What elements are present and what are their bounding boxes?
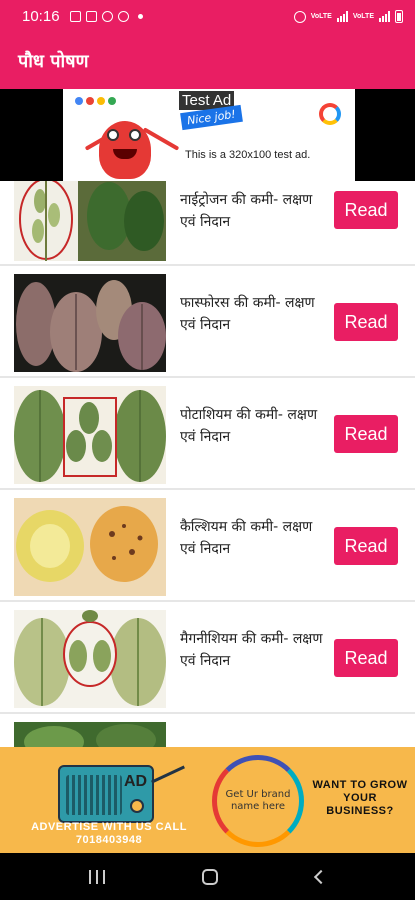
signal-2-icon [379, 11, 390, 22]
next-item-image [14, 722, 166, 747]
phosphorus-deficiency-leaf-image [14, 274, 166, 372]
volte-label-2: VoLTE [353, 13, 374, 20]
ad-logo-icon[interactable] [319, 103, 341, 125]
list-item-title: कैल्शियम की कमी- लक्षण एवं निदान [180, 519, 313, 557]
read-button[interactable]: Read [334, 191, 398, 229]
monster-eye-right [129, 129, 141, 141]
youtube-notification-icon [85, 11, 97, 22]
recents-icon[interactable] [88, 869, 105, 884]
radio-knob [130, 799, 144, 813]
calcium-deficiency-apple-image [14, 498, 166, 596]
list-item-title: नाईट्रोजन की कमी- लक्षण एवं निदान [180, 192, 313, 230]
notification-icons [69, 11, 143, 22]
read-button[interactable]: Read [334, 303, 398, 341]
list-item[interactable]: मैगनीशियम की कमी- लक्षण एवं निदान Read [0, 602, 415, 714]
network-label-1: VoLTE [310, 13, 332, 20]
top-ad-container: Test Ad Nice job! This is a 320x100 test… [0, 89, 415, 181]
list-item-title: पोटाशियम की कमी- लक्षण एवं निदान [180, 407, 318, 445]
signal-1-icon [336, 11, 348, 22]
battery-icon [395, 10, 403, 23]
list-item[interactable]: कैल्शियम की कमी- लक्षण एवं निदान Read [0, 490, 415, 602]
advertise-text: ADVERTISE WITH US CALL 7018403948 [31, 821, 187, 846]
image-notification-icon [69, 11, 81, 22]
ad-caption: This is a 320x100 test ad. [185, 149, 311, 161]
back-icon[interactable] [314, 869, 329, 884]
list-item-partial[interactable] [0, 714, 415, 747]
network-label-2: VoLTE [352, 13, 374, 20]
app-title: पौध पोषण [18, 51, 89, 72]
read-button[interactable]: Read [334, 527, 398, 565]
list-item-title: मैगनीशियम की कमी- लक्षण एवं निदान [180, 631, 323, 669]
top-test-ad[interactable]: Test Ad Nice job! This is a 320x100 test… [63, 89, 355, 181]
status-bar: 10:16 VoLTE VoLTE [0, 0, 415, 33]
list-item-title: फास्फोरस की कमी- लक्षण एवं निदान [180, 295, 315, 333]
list-item[interactable]: पोटाशियम की कमी- लक्षण एवं निदान Read [0, 378, 415, 490]
more-notifications-icon [137, 14, 143, 19]
potassium-deficiency-leaf-image [14, 386, 166, 484]
read-button[interactable]: Read [334, 415, 398, 453]
read-button[interactable]: Read [334, 639, 398, 677]
radio-icon: AD [58, 765, 185, 823]
list-item[interactable]: नाईट्रोजन की कमी- लक्षण एवं निदान Read [0, 181, 415, 266]
monster-mascot-icon [99, 121, 151, 179]
brand-text: Get Ur brand name here [225, 789, 291, 812]
deficiency-list[interactable]: नाईट्रोजन की कमी- लक्षण एवं निदान Read फ… [0, 181, 415, 747]
magnesium-deficiency-leaf-image [14, 610, 166, 708]
radio-ad-label: AD [124, 773, 148, 790]
home-icon[interactable] [202, 868, 219, 885]
bottom-ad-banner[interactable]: AD ADVERTISE WITH US CALL 7018403948 Get… [0, 747, 415, 853]
app-bar: पौध पोषण [0, 33, 415, 89]
system-status-icons: VoLTE VoLTE [293, 10, 403, 23]
radio-antenna [151, 765, 185, 784]
whatsapp-notification-icon [117, 11, 129, 22]
monster-mouth [113, 149, 137, 159]
google-dots-icon [75, 97, 116, 105]
nitrogen-deficiency-leaf-image [14, 181, 166, 261]
status-time: 10:16 [22, 8, 60, 25]
radio-grill [66, 775, 122, 815]
system-nav-bar [0, 853, 415, 900]
list-item[interactable]: फास्फोरस की कमी- लक्षण एवं निदान Read [0, 266, 415, 378]
monster-eye-left [107, 129, 119, 141]
instagram-notification-icon [101, 11, 113, 22]
grow-business-text: WANT TO GROW YOUR BUSINESS? [312, 779, 408, 817]
alarm-icon [293, 10, 306, 23]
brand-circle: Get Ur brand name here [212, 755, 304, 847]
volte-label-1: VoLTE [311, 13, 332, 20]
